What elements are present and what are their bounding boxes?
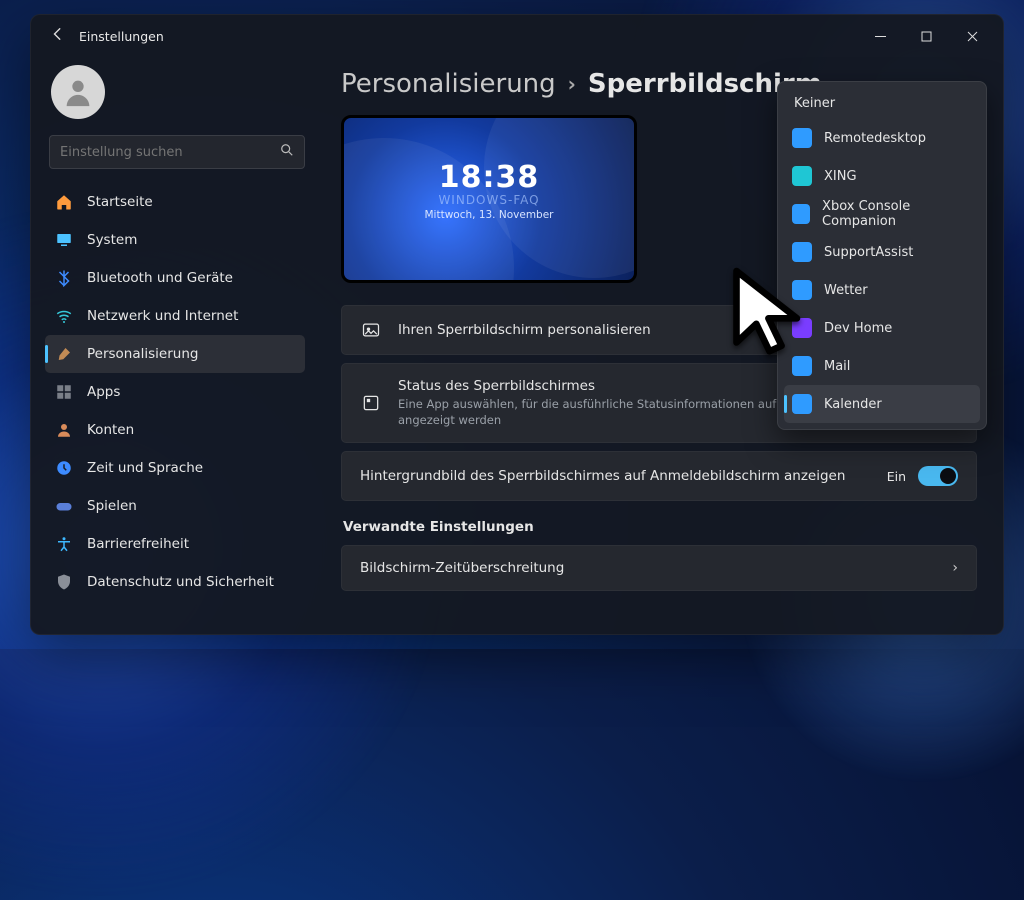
minimize-button[interactable]	[857, 15, 903, 57]
maximize-button[interactable]	[903, 15, 949, 57]
home-icon	[55, 193, 73, 211]
sidebar-item-label: Konten	[87, 422, 134, 438]
sidebar-item-label: Spielen	[87, 498, 137, 514]
a11y-icon	[55, 535, 73, 553]
avatar[interactable]	[51, 65, 105, 119]
app-icon	[792, 204, 810, 224]
timeout-card[interactable]: Bildschirm-Zeitüberschreitung ›	[341, 545, 977, 591]
brush-icon	[55, 345, 73, 363]
flyout-item[interactable]: Mail	[784, 347, 980, 385]
flyout-item-label: Remotedesktop	[824, 131, 926, 146]
sidebar-item-label: Startseite	[87, 194, 153, 210]
flyout-item[interactable]: Dev Home	[784, 309, 980, 347]
sidebar-item-label: Zeit und Sprache	[87, 460, 203, 476]
game-icon	[55, 497, 73, 515]
bluetooth-icon	[55, 269, 73, 287]
shield-icon	[55, 573, 73, 591]
sidebar-item-label: Bluetooth und Geräte	[87, 270, 233, 286]
account-icon	[55, 421, 73, 439]
flyout-item[interactable]: Wetter	[784, 271, 980, 309]
titlebar: Einstellungen	[31, 15, 1003, 57]
sidebar-item-apps[interactable]: Apps	[45, 373, 305, 411]
preview-date: Mittwoch, 13. November	[344, 209, 634, 221]
window-title: Einstellungen	[79, 29, 164, 44]
time-icon	[55, 459, 73, 477]
flyout-item[interactable]: XING	[784, 157, 980, 195]
card-title: Hintergrundbild des Sperrbildschirmes au…	[360, 468, 871, 484]
flyout-item[interactable]: Remotedesktop	[784, 119, 980, 157]
sidebar-item-a11y[interactable]: Barrierefreiheit	[45, 525, 305, 563]
flyout-item-label: Xbox Console Companion	[822, 199, 972, 229]
sidebar-item-game[interactable]: Spielen	[45, 487, 305, 525]
preview-time: 18:38	[344, 160, 634, 195]
nav-list: Startseite System Bluetooth und Geräte Netz…	[45, 183, 309, 634]
breadcrumb-parent[interactable]: Personalisierung	[341, 69, 556, 99]
app-icon	[792, 166, 812, 186]
sidebar-item-label: Apps	[87, 384, 120, 400]
app-picker-flyout: Keiner Remotedesktop XING Xbox Console Com…	[777, 81, 987, 430]
sidebar: Startseite System Bluetooth und Geräte Netz…	[31, 57, 319, 634]
related-heading: Verwandte Einstellungen	[343, 519, 977, 535]
app-icon	[792, 318, 812, 338]
sidebar-item-shield[interactable]: Datenschutz und Sicherheit	[45, 563, 305, 601]
flyout-item[interactable]: Xbox Console Companion	[784, 195, 980, 233]
sidebar-item-bluetooth[interactable]: Bluetooth und Geräte	[45, 259, 305, 297]
sidebar-item-system[interactable]: System	[45, 221, 305, 259]
flyout-item[interactable]: Kalender	[784, 385, 980, 423]
card-title: Bildschirm-Zeitüberschreitung	[360, 560, 936, 576]
wifi-icon	[55, 307, 73, 325]
image-icon	[360, 320, 382, 340]
chevron-right-icon: ›	[568, 72, 576, 96]
app-icon	[792, 280, 812, 300]
sidebar-item-label: System	[87, 232, 137, 248]
sidebar-item-time[interactable]: Zeit und Sprache	[45, 449, 305, 487]
flyout-item-label: SupportAssist	[824, 245, 913, 260]
search-box[interactable]	[49, 135, 305, 169]
sidebar-item-account[interactable]: Konten	[45, 411, 305, 449]
flyout-item[interactable]: SupportAssist	[784, 233, 980, 271]
toggle-state-label: Ein	[887, 469, 906, 484]
sidebar-item-label: Barrierefreiheit	[87, 536, 189, 552]
chevron-right-icon: ›	[952, 560, 958, 576]
app-icon	[792, 394, 812, 414]
sidebar-item-label: Datenschutz und Sicherheit	[87, 574, 274, 590]
app-icon	[792, 356, 812, 376]
settings-window: Einstellungen StartseiteSystemB	[30, 14, 1004, 635]
sidebar-item-brush[interactable]: Personalisierung	[45, 335, 305, 373]
flyout-item-label: XING	[824, 169, 857, 184]
system-icon	[55, 231, 73, 249]
apps-icon	[55, 383, 73, 401]
back-button[interactable]	[45, 27, 71, 45]
flyout-item-label: Wetter	[824, 283, 868, 298]
sidebar-item-home[interactable]: Startseite	[45, 183, 305, 221]
flyout-item-label: Dev Home	[824, 321, 892, 336]
search-icon	[280, 143, 294, 161]
sidebar-item-label: Netzwerk und Internet	[87, 308, 238, 324]
background-toggle-card: Hintergrundbild des Sperrbildschirmes au…	[341, 451, 977, 501]
preview-watermark: WINDOWS-FAQ	[344, 193, 634, 207]
close-button[interactable]	[949, 15, 995, 57]
background-toggle[interactable]	[918, 466, 958, 486]
lockscreen-preview: 18:38 WINDOWS-FAQ Mittwoch, 13. November	[341, 115, 637, 283]
sidebar-item-label: Personalisierung	[87, 346, 198, 362]
app-icon	[360, 393, 382, 413]
app-icon	[792, 242, 812, 262]
search-input[interactable]	[60, 145, 280, 160]
app-icon	[792, 128, 812, 148]
flyout-item-label: Kalender	[824, 397, 882, 412]
flyout-item-label: Mail	[824, 359, 850, 374]
sidebar-item-wifi[interactable]: Netzwerk und Internet	[45, 297, 305, 335]
flyout-heading[interactable]: Keiner	[784, 88, 980, 119]
